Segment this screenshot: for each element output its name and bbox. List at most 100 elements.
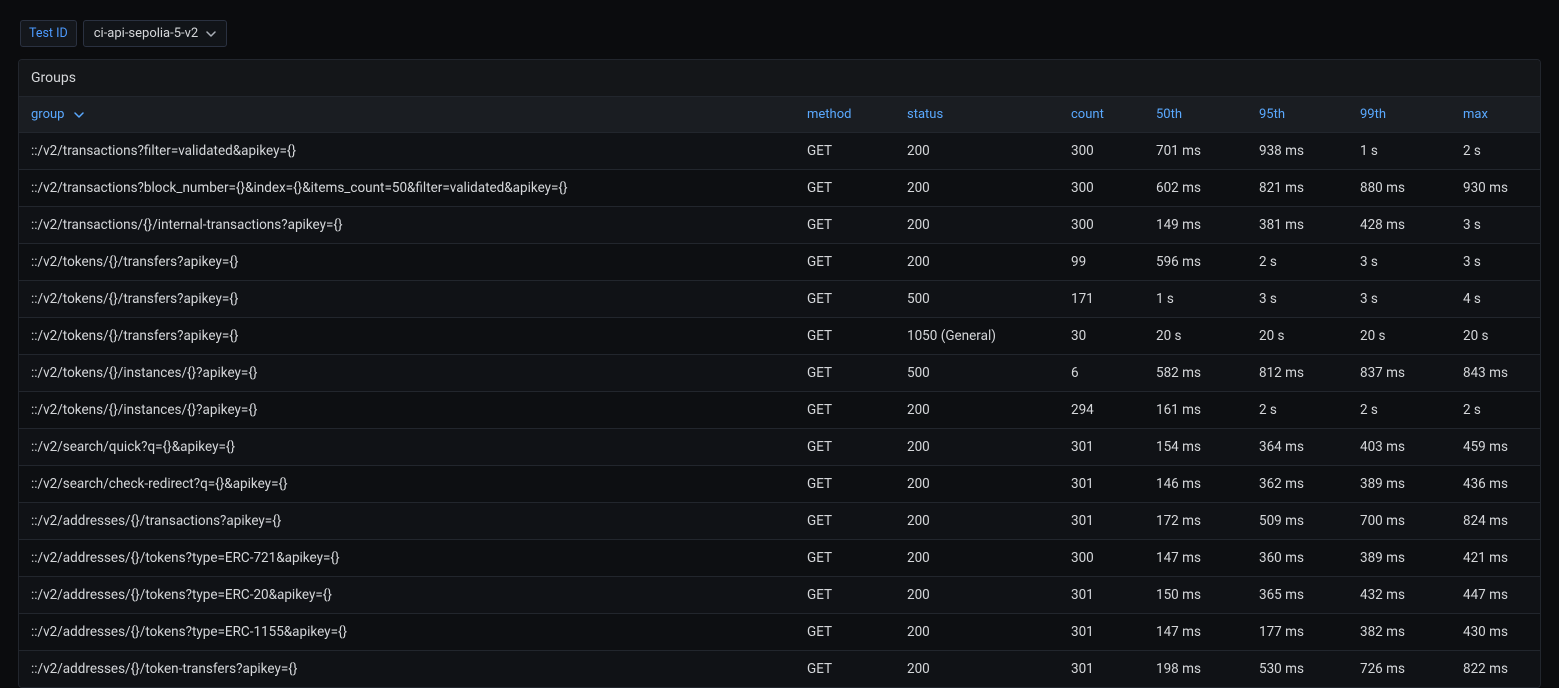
col-p50[interactable]: 50th bbox=[1144, 97, 1247, 133]
cell-count: 301 bbox=[1059, 503, 1144, 540]
cell-p99: 3 s bbox=[1348, 281, 1451, 318]
cell-p99: 403 ms bbox=[1348, 429, 1451, 466]
filter-value-text: ci-api-sepolia-5-v2 bbox=[94, 26, 199, 41]
col-method[interactable]: method bbox=[795, 97, 895, 133]
cell-p99: 2 s bbox=[1348, 392, 1451, 429]
cell-count: 300 bbox=[1059, 540, 1144, 577]
cell-max: 436 ms bbox=[1451, 466, 1541, 503]
cell-status: 200 bbox=[895, 170, 1059, 207]
table-row[interactable]: ::/v2/tokens/{}/transfers?apikey={}GET20… bbox=[19, 244, 1541, 281]
col-status[interactable]: status bbox=[895, 97, 1059, 133]
cell-p50: 172 ms bbox=[1144, 503, 1247, 540]
cell-count: 300 bbox=[1059, 207, 1144, 244]
cell-method: GET bbox=[795, 503, 895, 540]
cell-group: ::/v2/transactions?filter=validated&apik… bbox=[19, 133, 795, 170]
cell-status: 200 bbox=[895, 244, 1059, 281]
cell-p50: 161 ms bbox=[1144, 392, 1247, 429]
table-row[interactable]: ::/v2/addresses/{}/tokens?type=ERC-1155&… bbox=[19, 614, 1541, 651]
table-row[interactable]: ::/v2/transactions?block_number={}&index… bbox=[19, 170, 1541, 207]
cell-method: GET bbox=[795, 355, 895, 392]
cell-p99: 700 ms bbox=[1348, 503, 1451, 540]
cell-p50: 198 ms bbox=[1144, 651, 1247, 688]
col-group-label: group bbox=[31, 107, 64, 122]
cell-p99: 432 ms bbox=[1348, 577, 1451, 614]
cell-p95: 364 ms bbox=[1247, 429, 1348, 466]
cell-p99: 3 s bbox=[1348, 244, 1451, 281]
cell-p50: 154 ms bbox=[1144, 429, 1247, 466]
cell-group: ::/v2/tokens/{}/transfers?apikey={} bbox=[19, 281, 795, 318]
cell-status: 200 bbox=[895, 466, 1059, 503]
cell-method: GET bbox=[795, 392, 895, 429]
col-count[interactable]: count bbox=[1059, 97, 1144, 133]
cell-method: GET bbox=[795, 244, 895, 281]
table-row[interactable]: ::/v2/search/quick?q={}&apikey={}GET2003… bbox=[19, 429, 1541, 466]
table-row[interactable]: ::/v2/addresses/{}/tokens?type=ERC-20&ap… bbox=[19, 577, 1541, 614]
filter-label[interactable]: Test ID bbox=[20, 20, 77, 47]
cell-p50: 150 ms bbox=[1144, 577, 1247, 614]
cell-max: 20 s bbox=[1451, 318, 1541, 355]
cell-group: ::/v2/addresses/{}/tokens?type=ERC-20&ap… bbox=[19, 577, 795, 614]
cell-p50: 146 ms bbox=[1144, 466, 1247, 503]
cell-method: GET bbox=[795, 540, 895, 577]
cell-max: 2 s bbox=[1451, 392, 1541, 429]
cell-group: ::/v2/tokens/{}/transfers?apikey={} bbox=[19, 244, 795, 281]
cell-p99: 726 ms bbox=[1348, 651, 1451, 688]
table-row[interactable]: ::/v2/tokens/{}/transfers?apikey={}GET10… bbox=[19, 318, 1541, 355]
cell-p95: 360 ms bbox=[1247, 540, 1348, 577]
cell-group: ::/v2/tokens/{}/instances/{}?apikey={} bbox=[19, 392, 795, 429]
cell-p95: 2 s bbox=[1247, 392, 1348, 429]
cell-max: 459 ms bbox=[1451, 429, 1541, 466]
cell-p95: 821 ms bbox=[1247, 170, 1348, 207]
cell-status: 200 bbox=[895, 651, 1059, 688]
table-row[interactable]: ::/v2/transactions/{}/internal-transacti… bbox=[19, 207, 1541, 244]
cell-method: GET bbox=[795, 614, 895, 651]
cell-status: 200 bbox=[895, 577, 1059, 614]
table-row[interactable]: ::/v2/addresses/{}/token-transfers?apike… bbox=[19, 651, 1541, 688]
col-p95[interactable]: 95th bbox=[1247, 97, 1348, 133]
table-row[interactable]: ::/v2/tokens/{}/instances/{}?apikey={}GE… bbox=[19, 355, 1541, 392]
table-row[interactable]: ::/v2/tokens/{}/transfers?apikey={}GET50… bbox=[19, 281, 1541, 318]
table-row[interactable]: ::/v2/addresses/{}/tokens?type=ERC-721&a… bbox=[19, 540, 1541, 577]
cell-count: 301 bbox=[1059, 466, 1144, 503]
cell-count: 301 bbox=[1059, 577, 1144, 614]
col-p99[interactable]: 99th bbox=[1348, 97, 1451, 133]
filter-value-select[interactable]: ci-api-sepolia-5-v2 bbox=[83, 20, 228, 47]
cell-p95: 2 s bbox=[1247, 244, 1348, 281]
cell-p95: 3 s bbox=[1247, 281, 1348, 318]
cell-max: 430 ms bbox=[1451, 614, 1541, 651]
cell-p50: 149 ms bbox=[1144, 207, 1247, 244]
chevron-down-icon bbox=[206, 29, 216, 39]
table-row[interactable]: ::/v2/transactions?filter=validated&apik… bbox=[19, 133, 1541, 170]
cell-status: 500 bbox=[895, 355, 1059, 392]
cell-p95: 938 ms bbox=[1247, 133, 1348, 170]
cell-status: 1050 (General) bbox=[895, 318, 1059, 355]
cell-p95: 509 ms bbox=[1247, 503, 1348, 540]
cell-p50: 1 s bbox=[1144, 281, 1247, 318]
cell-p95: 20 s bbox=[1247, 318, 1348, 355]
groups-table: group method status count 50th 95th 99th… bbox=[19, 97, 1541, 687]
cell-status: 200 bbox=[895, 614, 1059, 651]
table-row[interactable]: ::/v2/addresses/{}/transactions?apikey={… bbox=[19, 503, 1541, 540]
table-row[interactable]: ::/v2/tokens/{}/instances/{}?apikey={}GE… bbox=[19, 392, 1541, 429]
cell-group: ::/v2/addresses/{}/tokens?type=ERC-1155&… bbox=[19, 614, 795, 651]
table-row[interactable]: ::/v2/search/check-redirect?q={}&apikey=… bbox=[19, 466, 1541, 503]
cell-max: 822 ms bbox=[1451, 651, 1541, 688]
cell-count: 294 bbox=[1059, 392, 1144, 429]
cell-group: ::/v2/transactions/{}/internal-transacti… bbox=[19, 207, 795, 244]
cell-count: 99 bbox=[1059, 244, 1144, 281]
cell-count: 300 bbox=[1059, 133, 1144, 170]
cell-p99: 382 ms bbox=[1348, 614, 1451, 651]
cell-p99: 837 ms bbox=[1348, 355, 1451, 392]
cell-p50: 147 ms bbox=[1144, 614, 1247, 651]
cell-p99: 428 ms bbox=[1348, 207, 1451, 244]
cell-p95: 365 ms bbox=[1247, 577, 1348, 614]
cell-p95: 177 ms bbox=[1247, 614, 1348, 651]
cell-method: GET bbox=[795, 207, 895, 244]
cell-max: 930 ms bbox=[1451, 170, 1541, 207]
col-max[interactable]: max bbox=[1451, 97, 1541, 133]
col-group[interactable]: group bbox=[19, 97, 795, 133]
cell-count: 301 bbox=[1059, 429, 1144, 466]
cell-count: 6 bbox=[1059, 355, 1144, 392]
cell-status: 500 bbox=[895, 281, 1059, 318]
cell-p50: 596 ms bbox=[1144, 244, 1247, 281]
